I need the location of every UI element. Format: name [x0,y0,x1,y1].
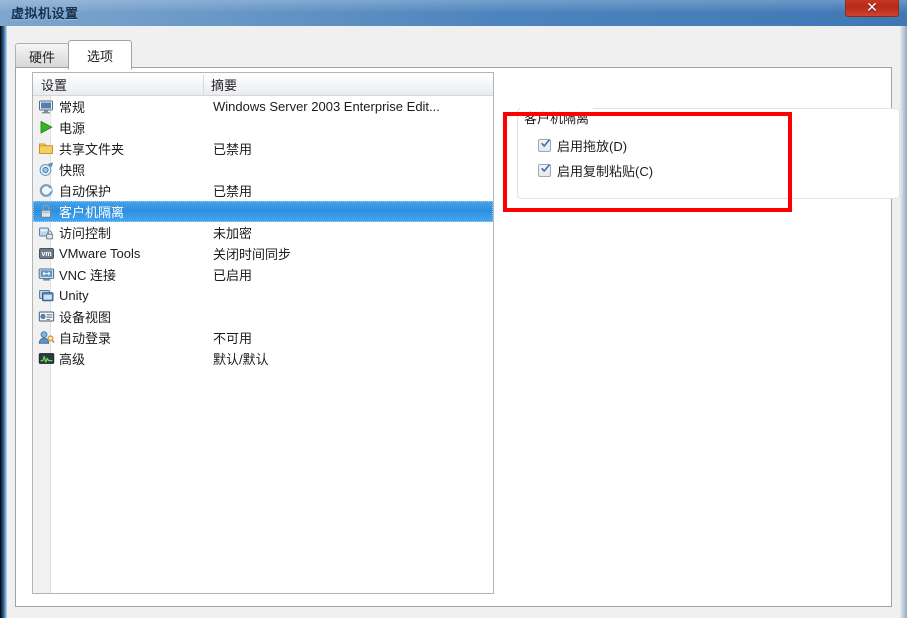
window-frame-right [900,26,907,618]
row-setting-name: Unity [59,288,89,303]
column-header-setting[interactable]: 设置 [41,75,67,94]
svg-text:vm: vm [41,251,51,258]
row-setting-name: 自动登录 [59,331,112,346]
settings-list-row[interactable]: 快照 [33,159,493,180]
settings-list-row[interactable]: 访问控制 未加密 [33,222,493,243]
checkmark-icon [541,164,550,172]
row-setting-summary: 关闭时间同步 [213,247,292,262]
folder-icon [38,140,55,157]
settings-list-row[interactable]: 常规 Windows Server 2003 Enterprise Edit... [33,96,493,117]
row-setting-name: VNC 连接 [59,268,117,283]
row-setting-name: 访问控制 [59,226,112,241]
padlock-icon [38,203,55,220]
checkmark-icon [541,139,550,147]
device-view-icon [38,308,55,325]
row-setting-name: 客户机隔离 [59,205,125,220]
row-setting-name: 高级 [59,352,86,367]
checkbox-enable-copy-paste[interactable]: 启用复制粘贴(C) [538,161,653,180]
row-setting-summary: 已禁用 [213,184,253,199]
settings-list-row[interactable]: Unity [33,285,493,306]
settings-list-row[interactable]: 自动登录 不可用 [33,327,493,348]
row-setting-name: VMware Tools [59,246,141,261]
tab-strip: 硬件 选项 [15,40,892,70]
tab-options-label: 选项 [86,48,113,64]
column-header-summary[interactable]: 摘要 [211,75,237,94]
autoprotect-icon [38,182,55,199]
settings-list-row[interactable]: 高级 默认/默认 [33,348,493,369]
row-setting-name: 快照 [59,163,86,178]
settings-list-row[interactable]: VNC 连接 已启用 [33,264,493,285]
dialog-body: 硬件 选项 设置 摘要 常规 Windows Server 2003 Enterp… [7,26,900,618]
vmware-tools-icon: vm [38,245,55,262]
row-setting-summary: 不可用 [213,331,253,346]
checkbox-label: 启用复制粘贴(C) [557,164,654,179]
tab-options[interactable]: 选项 [68,40,132,70]
settings-list-row[interactable]: 客户机隔离 [33,201,493,222]
settings-list-row[interactable]: 自动保护 已禁用 [33,180,493,201]
window-frame-left-inner [0,26,4,618]
camera-snapshot-icon [38,161,55,178]
settings-list-row[interactable]: 设备视图 [33,306,493,327]
row-setting-summary: 已启用 [213,268,253,283]
window-title: 虚拟机设置 [11,6,79,21]
row-setting-summary: 已禁用 [213,142,253,157]
guest-isolation-title: 客户机隔离 [520,108,594,127]
checkbox-enable-drag-drop[interactable]: 启用拖放(D) [538,136,627,155]
settings-list-body: 常规 Windows Server 2003 Enterprise Edit...… [33,96,493,593]
checkbox-label: 启用拖放(D) [557,139,628,154]
column-divider [203,75,204,94]
tab-hardware[interactable]: 硬件 [15,43,69,68]
row-setting-summary: 默认/默认 [213,352,269,367]
row-setting-summary: 未加密 [213,226,253,241]
row-setting-name: 常规 [59,100,86,115]
auto-login-icon [38,329,55,346]
unity-windows-icon [38,287,55,304]
vnc-monitor-icon [38,266,55,283]
row-setting-name: 自动保护 [59,184,112,199]
settings-list-header: 设置 摘要 [33,73,493,96]
settings-list[interactable]: 设置 摘要 常规 Windows Server 2003 Enterprise E… [32,72,494,594]
vm-settings-window: 虚拟机设置 ✕ 硬件 选项 设置 摘要 常规 Windows Server 20… [0,0,907,618]
close-icon: ✕ [866,0,878,15]
row-setting-name: 电源 [59,121,86,136]
monitor-icon [38,98,55,115]
row-setting-name: 共享文件夹 [59,142,125,157]
settings-list-row[interactable]: vm VMware Tools 关闭时间同步 [33,243,493,264]
settings-list-row[interactable]: 共享文件夹 已禁用 [33,138,493,159]
settings-list-row[interactable]: 电源 [33,117,493,138]
tab-hardware-label: 硬件 [28,49,55,65]
access-lock-icon [38,224,55,241]
title-bar: 虚拟机设置 ✕ [0,0,907,26]
checkbox-icon[interactable] [538,139,551,152]
advanced-wave-icon [38,350,55,367]
row-setting-summary: Windows Server 2003 Enterprise Edit... [213,99,440,114]
close-button[interactable]: ✕ [845,0,899,17]
power-play-icon [38,119,55,136]
row-setting-name: 设备视图 [59,310,112,325]
checkbox-icon[interactable] [538,164,551,177]
titlebar-gloss [0,0,907,13]
